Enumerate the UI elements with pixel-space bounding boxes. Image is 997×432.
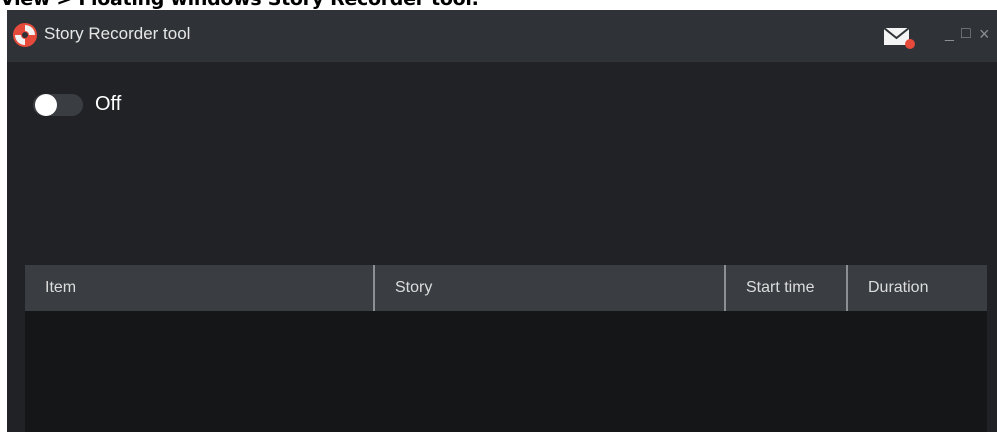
recorder-toggle[interactable] bbox=[33, 94, 83, 116]
title-bar[interactable]: Story Recorder tool _ □ × bbox=[7, 10, 997, 62]
story-table: Item Story Start time Duration bbox=[25, 265, 987, 432]
column-header-story[interactable]: Story bbox=[375, 265, 724, 311]
caption-text: View > Floating windows Story Recorder t… bbox=[0, 0, 997, 10]
toggle-state-label: Off bbox=[95, 93, 122, 115]
toggle-knob bbox=[35, 94, 57, 116]
column-header-duration[interactable]: Duration bbox=[848, 265, 987, 311]
mail-notification-icon[interactable] bbox=[883, 26, 917, 50]
app-logo-icon bbox=[13, 23, 37, 47]
minimize-button[interactable]: _ bbox=[945, 24, 954, 44]
window-title: Story Recorder tool bbox=[44, 24, 191, 43]
table-header: Item Story Start time Duration bbox=[25, 265, 987, 311]
column-header-item[interactable]: Item bbox=[25, 265, 373, 311]
table-body bbox=[25, 311, 987, 432]
maximize-button[interactable]: □ bbox=[961, 24, 971, 44]
close-button[interactable]: × bbox=[979, 24, 990, 44]
column-header-start-time[interactable]: Start time bbox=[726, 265, 846, 311]
story-recorder-window: Story Recorder tool _ □ × Off Item Story… bbox=[7, 10, 997, 432]
